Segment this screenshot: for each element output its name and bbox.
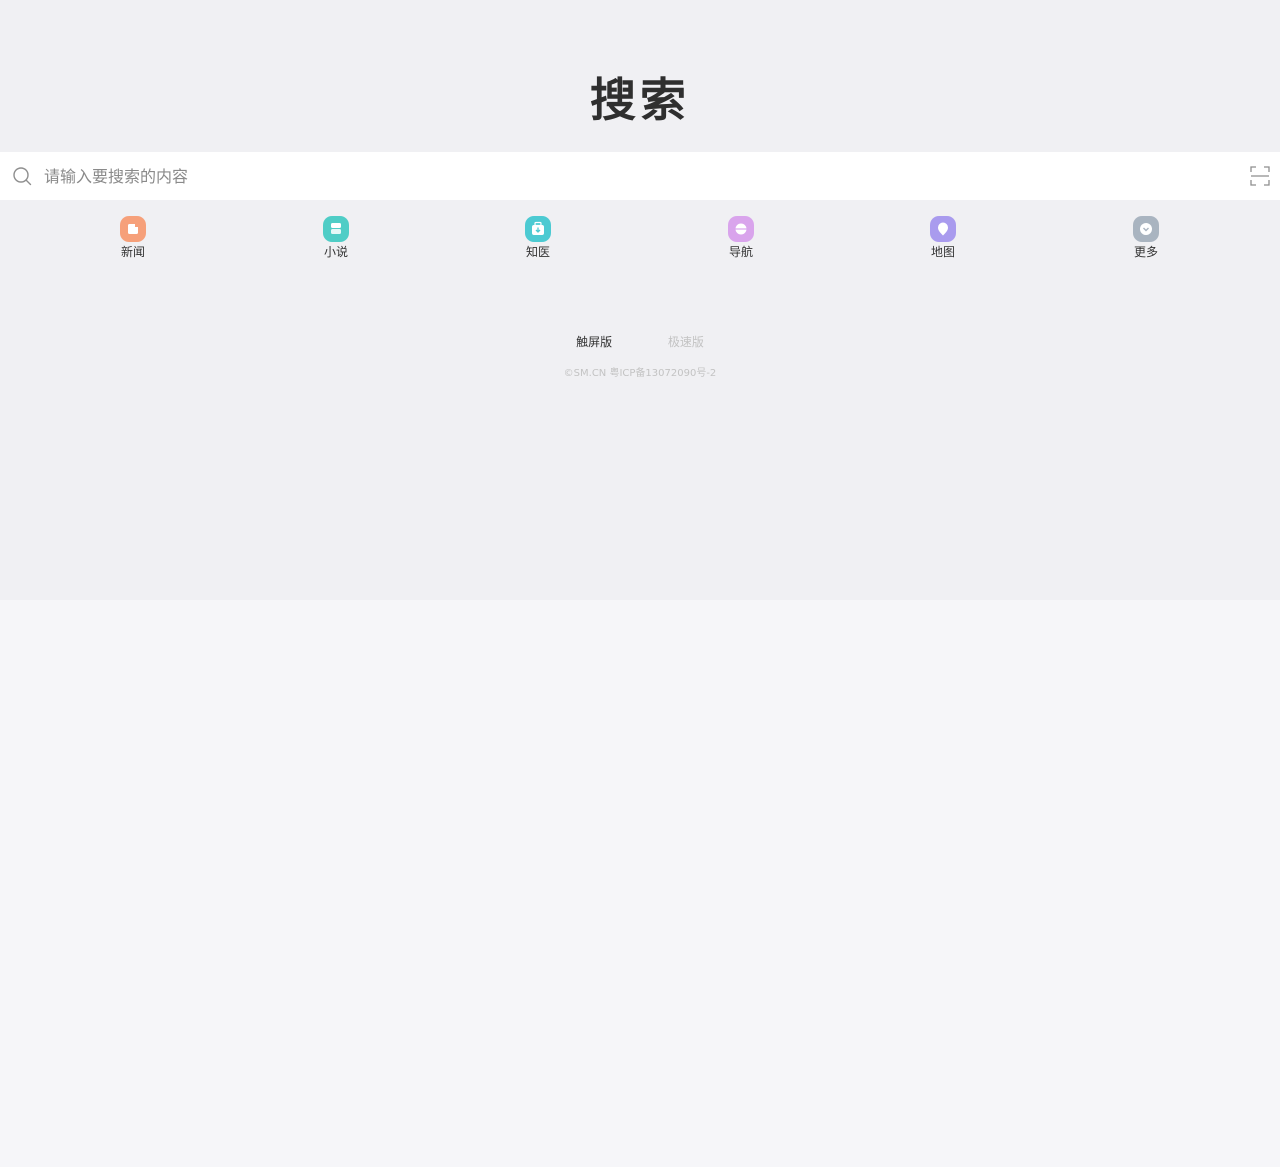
site-logo: 搜索	[590, 73, 690, 127]
scan-icon[interactable]	[1250, 166, 1270, 186]
nav-label: 地图	[930, 245, 955, 259]
nav-label: 知医	[525, 245, 550, 259]
compass-icon	[728, 216, 754, 242]
quick-nav: 新闻 小说 知医 导航 地图 更多	[0, 214, 1280, 266]
nav-item-medical[interactable]: 知医	[498, 214, 578, 259]
version-touch-link[interactable]: 触屏版	[576, 333, 612, 350]
nav-label: 新闻	[120, 245, 145, 259]
search-input[interactable]	[44, 160, 1234, 192]
map-pin-icon	[930, 216, 956, 242]
nav-item-news[interactable]: 新闻	[93, 214, 173, 259]
nav-item-more[interactable]: 更多	[1106, 214, 1186, 259]
nav-label: 导航	[728, 245, 753, 259]
nav-item-map[interactable]: 地图	[903, 214, 983, 259]
copyright: ©SM.CN 粤ICP备13072090号-2	[563, 368, 717, 379]
medical-icon	[525, 216, 551, 242]
search-bar[interactable]	[0, 152, 1280, 200]
search-icon[interactable]	[12, 166, 32, 186]
nav-item-navigation[interactable]: 导航	[701, 214, 781, 259]
book-icon	[323, 216, 349, 242]
version-switcher: 触屏版 极速版	[0, 333, 1280, 350]
news-icon	[120, 216, 146, 242]
more-icon	[1133, 216, 1159, 242]
nav-item-novel[interactable]: 小说	[296, 214, 376, 259]
nav-label: 小说	[323, 245, 348, 259]
nav-label: 更多	[1133, 245, 1158, 259]
top-area: 搜索 新闻 小说	[0, 0, 1280, 600]
version-lite-link[interactable]: 极速版	[668, 333, 704, 350]
